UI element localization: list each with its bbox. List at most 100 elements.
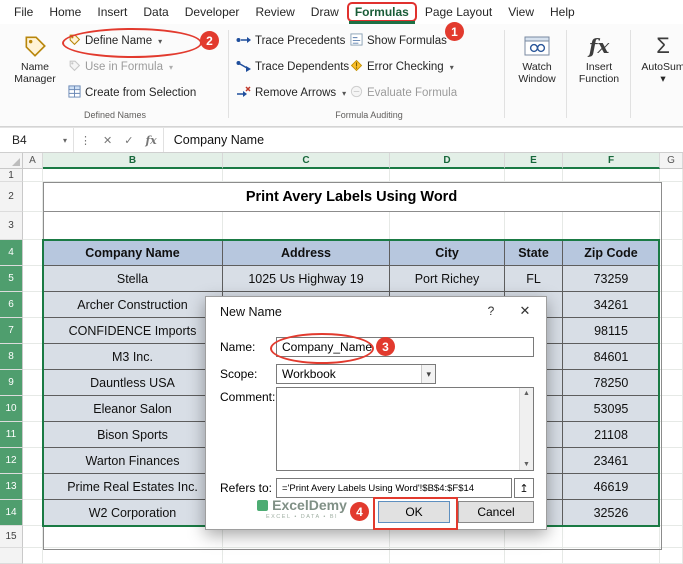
cell[interactable] <box>23 396 43 422</box>
table-cell[interactable]: FL <box>505 266 563 292</box>
table-cell[interactable]: 23461 <box>563 448 660 474</box>
cell[interactable] <box>23 474 43 500</box>
cell[interactable] <box>23 526 43 548</box>
refers-to-input[interactable]: ='Print Avery Labels Using Word'!$B$4:$F… <box>276 478 512 498</box>
tab-formulas[interactable]: Formulas <box>346 2 417 24</box>
cell[interactable] <box>23 240 43 266</box>
show-formulas-button[interactable]: Show Formulas <box>350 30 447 52</box>
table-cell[interactable]: 53095 <box>563 396 660 422</box>
table-cell[interactable]: 34261 <box>563 292 660 318</box>
cell[interactable] <box>390 169 505 182</box>
cell[interactable] <box>660 370 683 396</box>
cell[interactable] <box>660 318 683 344</box>
tab-review[interactable]: Review <box>247 2 302 22</box>
table-cell[interactable]: Port Richey <box>390 266 505 292</box>
remove-arrows-button[interactable]: Remove Arrows ▾ <box>236 82 346 104</box>
cell[interactable] <box>23 212 43 240</box>
trace-precedents-button[interactable]: Trace Precedents <box>236 30 345 52</box>
ok-button[interactable]: OK <box>378 501 450 523</box>
comment-textarea[interactable]: ▲ ▼ <box>276 387 534 471</box>
use-in-formula-button[interactable]: Use in Formula ▾ <box>68 56 173 78</box>
table-header-cell[interactable]: State <box>505 240 563 266</box>
row-header[interactable]: 3 <box>0 212 23 240</box>
row-header[interactable]: 9 <box>0 370 23 396</box>
row-header[interactable]: 13 <box>0 474 23 500</box>
cell[interactable] <box>23 548 43 564</box>
define-name-button[interactable]: Define Name ▾ <box>68 30 162 52</box>
tab-home[interactable]: Home <box>41 2 89 22</box>
scroll-down-icon[interactable]: ▼ <box>523 461 530 468</box>
cell[interactable] <box>23 344 43 370</box>
cell[interactable] <box>43 548 223 564</box>
table-cell[interactable]: 73259 <box>563 266 660 292</box>
cell[interactable] <box>660 212 683 240</box>
cell[interactable] <box>660 240 683 266</box>
cell[interactable] <box>43 169 223 182</box>
trace-dependents-button[interactable]: Trace Dependents <box>236 56 349 78</box>
cell[interactable] <box>505 548 563 564</box>
table-header-cell[interactable]: Zip Code <box>563 240 660 266</box>
select-all-corner[interactable] <box>0 153 23 169</box>
row-header[interactable]: 12 <box>0 448 23 474</box>
cell[interactable] <box>390 548 505 564</box>
row-header[interactable]: 5 <box>0 266 23 292</box>
cancel-button[interactable]: Cancel <box>458 501 534 523</box>
table-header-cell[interactable]: City <box>390 240 505 266</box>
evaluate-formula-button[interactable]: Evaluate Formula <box>350 82 457 104</box>
cell[interactable] <box>505 212 563 240</box>
tab-insert[interactable]: Insert <box>89 2 135 22</box>
table-cell[interactable]: Bison Sports <box>43 422 223 448</box>
name-manager-button[interactable]: Name Manager <box>8 27 62 109</box>
cell[interactable] <box>23 169 43 182</box>
cell[interactable] <box>660 474 683 500</box>
row-header[interactable]: 15 <box>0 526 23 548</box>
row-header[interactable]: 10 <box>0 396 23 422</box>
table-cell[interactable]: CONFIDENCE Imports <box>43 318 223 344</box>
insert-function-button[interactable]: fx Insert Function <box>572 27 626 109</box>
worksheet-title-cell[interactable]: Print Avery Labels Using Word <box>43 182 660 212</box>
row-header[interactable]: 8 <box>0 344 23 370</box>
table-cell[interactable]: 98115 <box>563 318 660 344</box>
table-cell[interactable]: Dauntless USA <box>43 370 223 396</box>
table-cell[interactable]: 84601 <box>563 344 660 370</box>
cell[interactable] <box>660 548 683 564</box>
table-cell[interactable]: Eleanor Salon <box>43 396 223 422</box>
cell[interactable] <box>660 182 683 212</box>
cancel-entry-icon[interactable]: ✕ <box>97 134 118 147</box>
comment-scrollbar[interactable]: ▲ ▼ <box>519 388 533 470</box>
cell[interactable] <box>660 448 683 474</box>
table-header-cell[interactable]: Address <box>223 240 390 266</box>
scope-dropdown[interactable]: Workbook ▾ <box>276 364 436 384</box>
cell[interactable] <box>23 182 43 212</box>
table-cell[interactable]: Prime Real Estates Inc. <box>43 474 223 500</box>
table-cell[interactable]: 1025 Us Highway 19 <box>223 266 390 292</box>
cell[interactable] <box>390 212 505 240</box>
confirm-entry-icon[interactable]: ✓ <box>118 134 139 147</box>
name-box[interactable]: B4 ▾ <box>0 128 74 152</box>
insert-function-fx-icon[interactable]: fx <box>139 134 162 147</box>
dialog-help-button[interactable]: ? <box>480 301 502 321</box>
tab-help[interactable]: Help <box>542 2 583 22</box>
cell[interactable] <box>660 526 683 548</box>
row-header[interactable]: 1 <box>0 169 23 182</box>
cell[interactable] <box>660 396 683 422</box>
name-input[interactable]: Company_Name <box>276 337 534 357</box>
table-cell[interactable]: 21108 <box>563 422 660 448</box>
column-header-e[interactable]: E <box>505 153 563 169</box>
column-header-d[interactable]: D <box>390 153 505 169</box>
cell[interactable] <box>563 548 660 564</box>
cell[interactable] <box>23 500 43 526</box>
row-header[interactable]: 14 <box>0 500 23 526</box>
row-header[interactable]: 11 <box>0 422 23 448</box>
error-checking-button[interactable]: Error Checking ▾ <box>350 56 454 78</box>
cell[interactable] <box>223 548 390 564</box>
tab-page-layout[interactable]: Page Layout <box>417 2 500 22</box>
column-header-a[interactable]: A <box>23 153 43 169</box>
cell[interactable] <box>223 212 390 240</box>
tab-developer[interactable]: Developer <box>177 2 248 22</box>
row-header[interactable]: 7 <box>0 318 23 344</box>
cell[interactable] <box>660 422 683 448</box>
cell[interactable] <box>43 526 223 548</box>
cell[interactable] <box>23 318 43 344</box>
cell[interactable] <box>43 212 223 240</box>
